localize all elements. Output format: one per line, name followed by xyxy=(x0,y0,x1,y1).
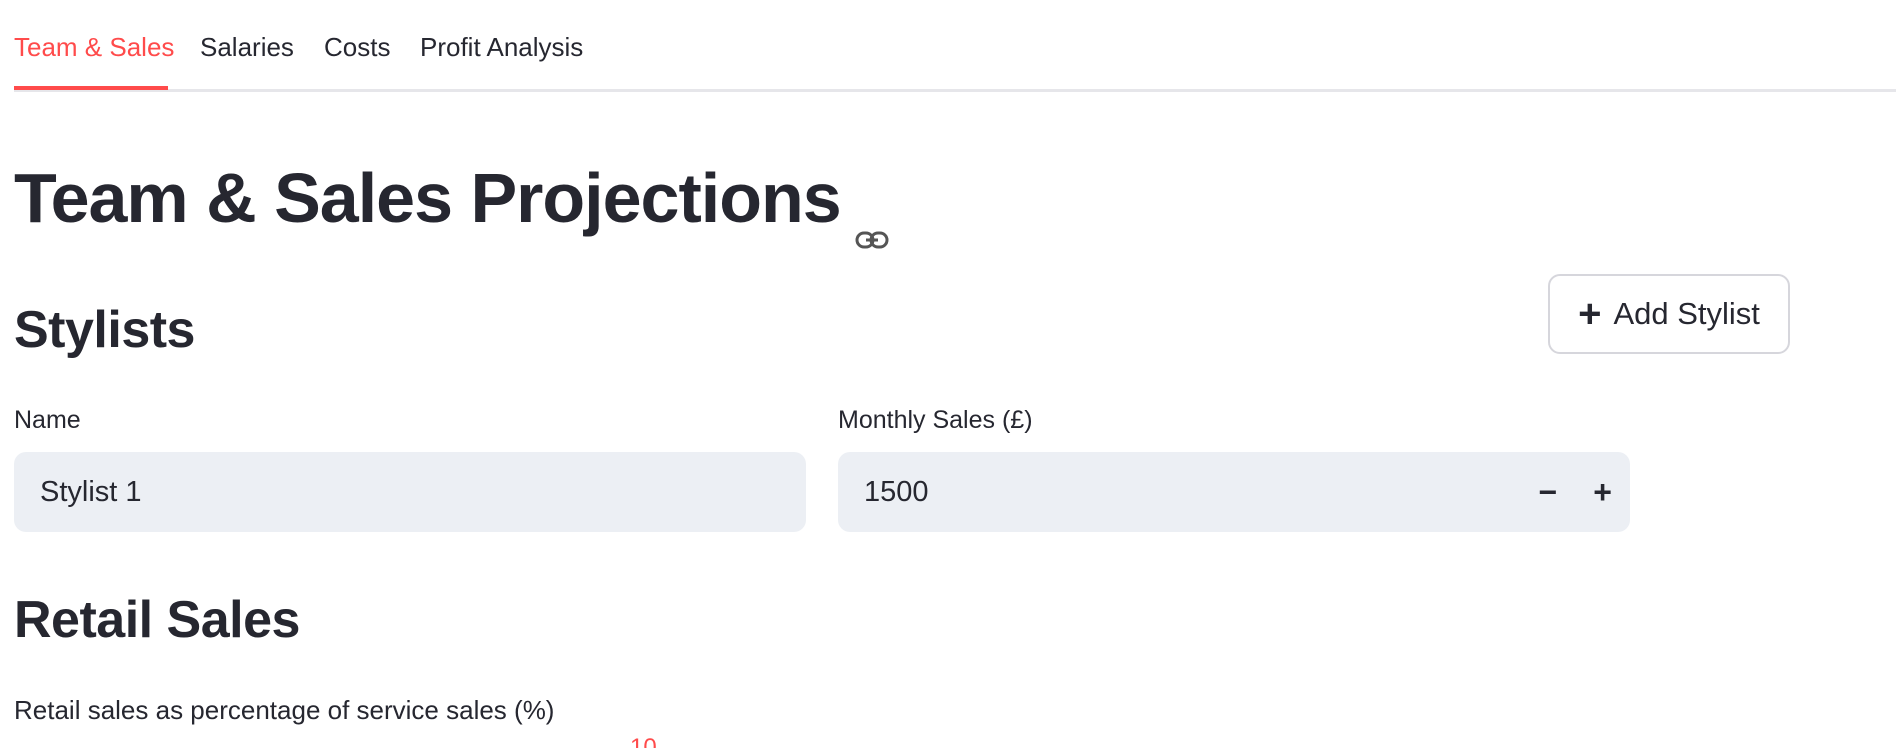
stylists-heading: Stylists xyxy=(14,301,195,359)
add-stylist-button[interactable]: + Add Stylist xyxy=(1548,274,1790,354)
monthly-sales-stepper: − + xyxy=(838,452,1630,532)
monthly-sales-label: Monthly Sales (£) xyxy=(838,406,1033,434)
link-icon[interactable] xyxy=(855,187,889,249)
tab-profit-analysis[interactable]: Profit Analysis xyxy=(420,32,583,63)
name-label: Name xyxy=(14,406,81,434)
tab-costs[interactable]: Costs xyxy=(324,32,390,63)
page-title: Team & Sales Projections xyxy=(14,158,889,249)
monthly-sales-input[interactable] xyxy=(838,475,1521,509)
name-field[interactable] xyxy=(14,475,806,509)
retail-percentage-label: Retail sales as percentage of service sa… xyxy=(14,695,555,725)
plus-icon: + xyxy=(1578,292,1602,336)
retail-sales-heading: Retail Sales xyxy=(14,591,300,649)
name-field-container xyxy=(14,452,806,532)
active-tab-indicator xyxy=(14,86,168,90)
tab-salaries[interactable]: Salaries xyxy=(200,32,294,63)
increment-button[interactable]: + xyxy=(1575,452,1630,532)
page-title-text: Team & Sales Projections xyxy=(14,159,842,237)
retail-percentage-slider-value[interactable]: 10 xyxy=(630,734,657,748)
add-stylist-label: Add Stylist xyxy=(1613,296,1760,331)
tab-team-sales[interactable]: Team & Sales xyxy=(14,32,174,63)
tab-bar: Team & Sales Salaries Costs Profit Analy… xyxy=(14,0,1896,92)
decrement-button[interactable]: − xyxy=(1520,452,1575,532)
